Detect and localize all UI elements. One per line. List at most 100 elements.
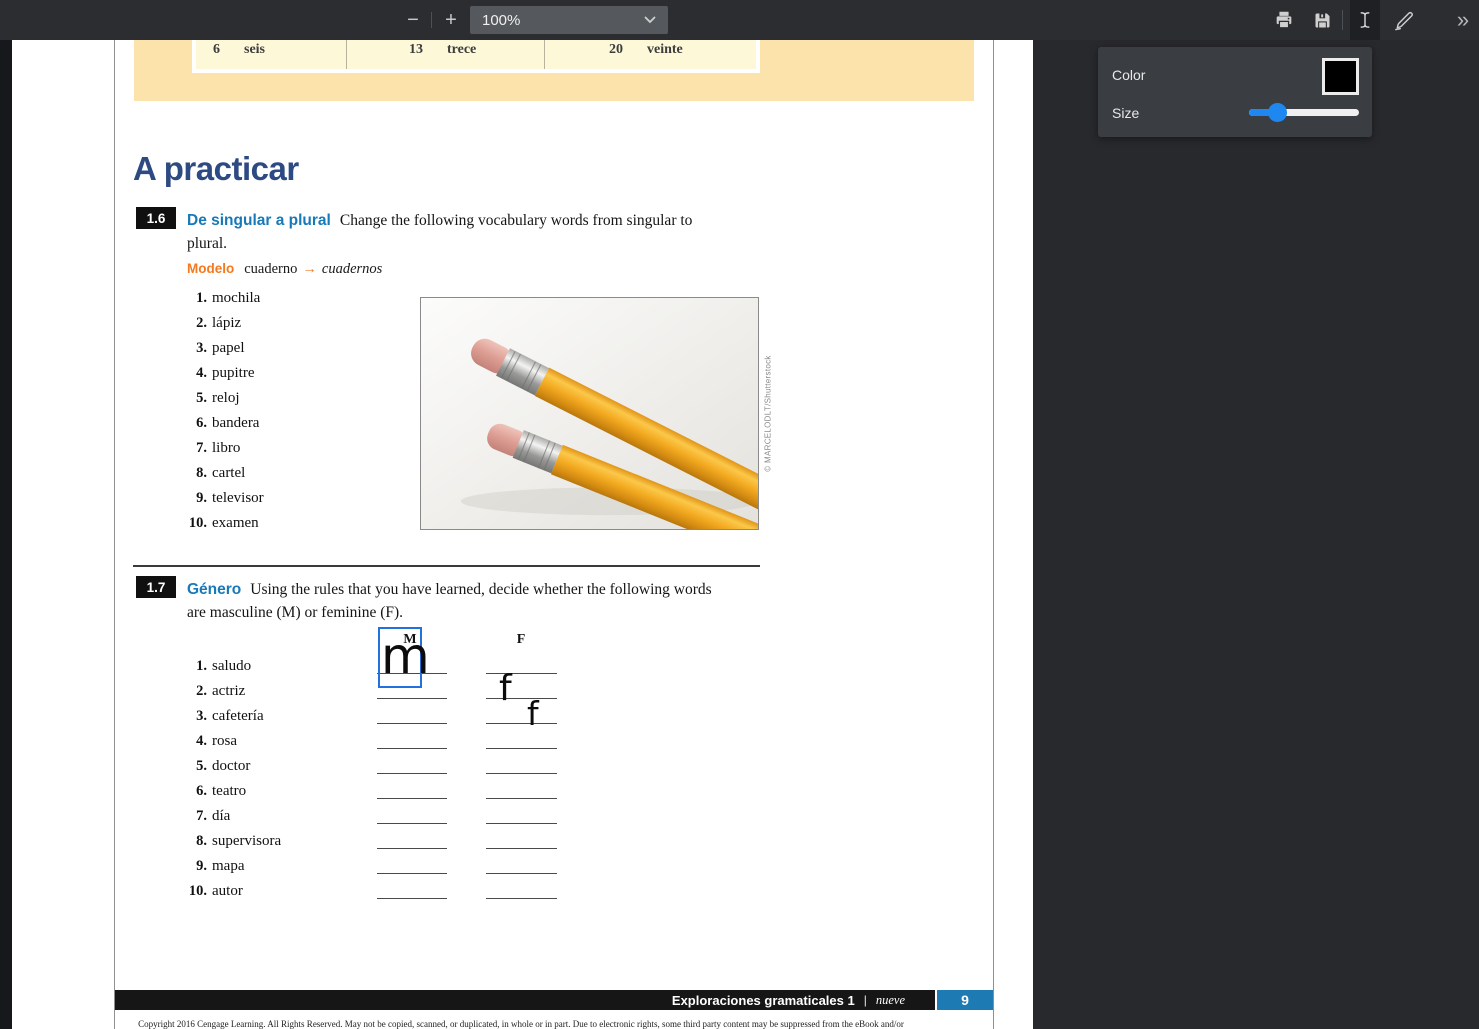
modelo-line: Modelocuaderno→cuadernos bbox=[187, 261, 382, 278]
pencils-photo bbox=[420, 297, 759, 530]
pen-icon bbox=[1393, 9, 1416, 32]
annotation-letter-f-2[interactable]: f bbox=[527, 697, 539, 730]
item-text: doctor bbox=[212, 758, 250, 774]
item-text: libro bbox=[212, 440, 240, 457]
answer-blank-m[interactable] bbox=[377, 755, 447, 774]
answer-blank-f[interactable] bbox=[486, 830, 557, 849]
footer-separator: | bbox=[864, 993, 867, 1007]
item-number: 6. bbox=[160, 415, 207, 432]
answer-blank-m[interactable] bbox=[377, 880, 447, 899]
save-icon bbox=[1312, 10, 1333, 31]
answer-blank-f[interactable] bbox=[486, 705, 557, 724]
item-text: teatro bbox=[212, 783, 246, 799]
answer-blank-m[interactable] bbox=[377, 855, 447, 874]
cell-number: 20 bbox=[545, 42, 623, 58]
answer-blank-f[interactable] bbox=[486, 730, 557, 749]
item-text: día bbox=[212, 808, 230, 824]
instruction-text: plural. bbox=[187, 235, 227, 252]
item-number: 4. bbox=[160, 365, 207, 382]
list-item: 2.lápiz bbox=[160, 311, 440, 336]
answer-blank-f[interactable] bbox=[486, 880, 557, 899]
cell-number: 6 bbox=[196, 42, 220, 58]
column-header-f: F bbox=[509, 632, 533, 648]
item-number: 5. bbox=[160, 754, 207, 779]
exercise-instructions: Género Using the rules that you have lear… bbox=[187, 578, 762, 624]
answer-blank-m[interactable] bbox=[377, 780, 447, 799]
answer-blank-f[interactable] bbox=[486, 780, 557, 799]
item-number: 1. bbox=[160, 654, 207, 679]
item-number: 7. bbox=[160, 804, 207, 829]
copyright-notice: Copyright 2016 Cengage Learning. All Rig… bbox=[115, 1019, 927, 1029]
toolbar: − + 100% bbox=[0, 0, 1479, 40]
instruction-text: are masculine (M) or feminine (F). bbox=[187, 604, 403, 621]
print-button[interactable] bbox=[1268, 0, 1300, 40]
item-number: 10. bbox=[160, 879, 207, 904]
item-text: supervisora bbox=[212, 833, 281, 849]
answer-blank-m[interactable] bbox=[377, 705, 447, 724]
text-tool-options-panel: Color Size bbox=[1098, 47, 1372, 137]
exercise-badge: 1.7 bbox=[136, 576, 176, 598]
answer-blank-m[interactable] bbox=[377, 805, 447, 824]
answer-blank-f[interactable] bbox=[486, 805, 557, 824]
item-text: rosa bbox=[212, 733, 237, 749]
list-item: 6. bandera bbox=[160, 411, 440, 436]
item-number: 3. bbox=[160, 340, 207, 357]
pen-tool-button[interactable] bbox=[1388, 0, 1420, 40]
page-edge-line bbox=[114, 40, 115, 1029]
item-number: 8. bbox=[160, 829, 207, 854]
text-cursor-icon bbox=[1356, 9, 1374, 31]
list-item: 5.reloj bbox=[160, 386, 440, 411]
numbers-table: 6seis 13trece 20veinte bbox=[192, 40, 760, 73]
size-label: Size bbox=[1112, 105, 1139, 121]
color-label: Color bbox=[1112, 67, 1145, 83]
instruction-text: Using the rules that you have learned, d… bbox=[250, 581, 711, 598]
list-item: 10.examen bbox=[160, 511, 440, 536]
item-text: mochila bbox=[212, 290, 260, 307]
answer-blank-f[interactable] bbox=[486, 755, 557, 774]
text-annotation-box[interactable]: m bbox=[378, 627, 422, 688]
zoom-out-button[interactable]: − bbox=[398, 0, 428, 40]
answer-blank-f[interactable] bbox=[486, 680, 557, 699]
item-number: 8. bbox=[160, 465, 207, 482]
answer-blank-f[interactable] bbox=[486, 655, 557, 674]
list-item: 5. doctor bbox=[160, 754, 560, 779]
annotation-letter-f-1[interactable]: f bbox=[499, 671, 512, 707]
double-chevron-icon: » bbox=[1457, 7, 1469, 33]
item-text: bandera bbox=[212, 415, 259, 432]
answer-blank-f[interactable] bbox=[486, 855, 557, 874]
annotation-letter-m[interactable]: m bbox=[381, 631, 428, 681]
exercise-title: Género bbox=[187, 581, 241, 598]
photo-credit: © MARCELODLT/Shutterstock bbox=[760, 297, 776, 530]
item-number: 6. bbox=[160, 779, 207, 804]
item-text: examen bbox=[212, 515, 259, 532]
item-text: saludo bbox=[212, 658, 251, 674]
item-text: cartel bbox=[212, 465, 245, 482]
zoom-level-value: 100% bbox=[470, 12, 644, 29]
expand-tools-button[interactable]: » bbox=[1448, 0, 1478, 40]
save-button[interactable] bbox=[1306, 0, 1338, 40]
exercise-badge: 1.6 bbox=[136, 207, 176, 229]
size-slider[interactable] bbox=[1249, 109, 1359, 116]
item-text: papel bbox=[212, 340, 244, 357]
footer-bar: Exploraciones gramaticales 1 | nueve bbox=[115, 990, 935, 1010]
answer-blank-m[interactable] bbox=[377, 730, 447, 749]
list-item: 8. cartel bbox=[160, 461, 440, 486]
list-item: 7.libro bbox=[160, 436, 440, 461]
zoom-level-dropdown[interactable]: 100% bbox=[470, 6, 668, 34]
cell-word: veinte bbox=[647, 42, 683, 58]
zoom-in-button[interactable]: + bbox=[436, 0, 466, 40]
viewer-left-edge bbox=[0, 40, 12, 1029]
item-number: 3. bbox=[160, 704, 207, 729]
toolbar-divider bbox=[431, 12, 432, 28]
list-item: 6. teatro bbox=[160, 779, 560, 804]
item-text: mapa bbox=[212, 858, 244, 874]
cell-word: seis bbox=[244, 42, 265, 58]
answer-blank-m[interactable] bbox=[377, 830, 447, 849]
list-item: 4.pupitre bbox=[160, 361, 440, 386]
list-item: 8. supervisora bbox=[160, 829, 560, 854]
modelo-label: Modelo bbox=[187, 261, 234, 276]
list-item: 4.rosa bbox=[160, 729, 560, 754]
color-swatch[interactable] bbox=[1322, 58, 1359, 95]
text-tool-button[interactable] bbox=[1350, 0, 1380, 40]
size-slider-handle[interactable] bbox=[1268, 103, 1287, 122]
